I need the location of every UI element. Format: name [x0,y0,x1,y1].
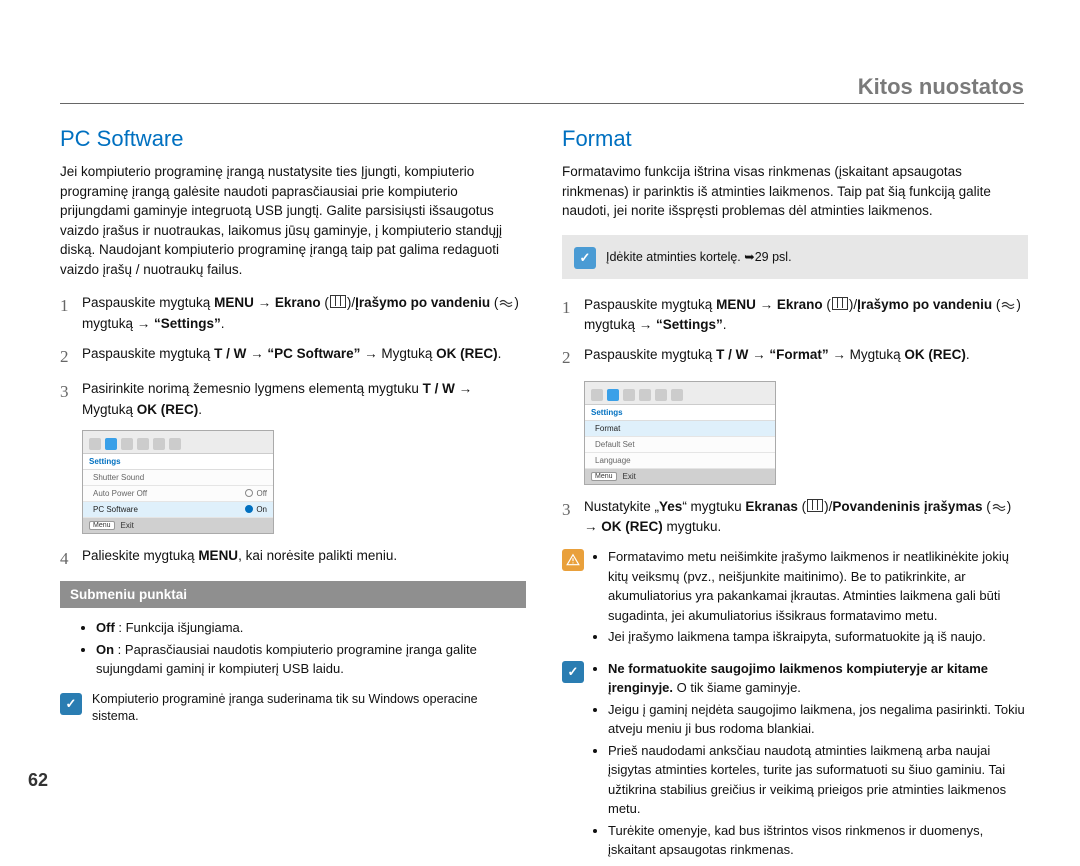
step-number: 1 [60,293,82,334]
footnote-left: ✓ Kompiuterio programinė įranga suderina… [60,691,526,726]
format-steps: 1 Paspauskite mygtuką MENU → Ekrano ()/Į… [562,295,1028,371]
step-3: 3 Pasirinkite norimą žemesnio lygmens el… [60,379,526,420]
underwater-icon [992,501,1006,513]
format-step3: 3 Nustatykite „Yes“ mygtuku Ekranas ()/P… [562,497,1028,538]
step-1: 1 Paspauskite mygtuką MENU → Ekrano ()/Į… [60,293,526,334]
submenu-off: Off : Funkcija išjungiama. [96,618,526,638]
warn-item: Formatavimo metu neišimkite įrašymo laik… [608,547,1028,625]
step-1: 1 Paspauskite mygtuką MENU → Ekrano ()/Į… [562,295,1028,336]
info-item: Prieš naudodami anksčiau naudotą atminti… [608,741,1028,819]
format-title: Format [562,126,1028,152]
grey-note: ✓ Įdėkite atminties kortelę. ➥29 psl. [562,235,1028,279]
screen-icon [807,499,823,512]
submenu-list: Off : Funkcija išjungiama. On : Paprasči… [82,618,526,679]
warning-note: Formatavimo metu neišimkite įrašymo laik… [562,547,1028,649]
step-number: 3 [562,497,584,538]
screen-icon [832,297,848,310]
screen-icon [330,295,346,308]
info-icon: ✓ [60,693,82,715]
submenu-header: Submeniu punktai [60,581,526,608]
warn-item: Jei įrašymo laikmena tampa iškraipyta, s… [608,627,1028,647]
scr-settings-header: Settings [585,405,775,421]
step-4: 4 Palieskite mygtuką MENU, kai norėsite … [60,546,526,572]
step-2: 2 Paspauskite mygtuką T / W → “Format” →… [562,345,1028,371]
format-intro: Formatavimo funkcija ištrina visas rinkm… [562,162,1028,221]
info-item: Ne formatuokite saugojimo laikmenos komp… [608,659,1028,698]
horizontal-rule [60,103,1024,104]
page: Kitos nuostatos PC Software Jei kompiute… [0,0,1080,827]
pc-software-step4: 4 Palieskite mygtuką MENU, kai norėsite … [60,546,526,572]
info-icon: ✓ [562,661,584,683]
settings-screenshot-right: Settings Format Default Set Language Men… [584,381,776,485]
pc-software-intro: Jei kompiuterio programinę įrangą nustat… [60,162,526,279]
step-number: 1 [562,295,584,336]
warning-icon [562,549,584,571]
step-number: 3 [60,379,82,420]
two-column-layout: PC Software Jei kompiuterio programinę į… [60,126,1028,866]
settings-screenshot-left: Settings Shutter Sound Auto Power OffOff… [82,430,274,534]
scr-settings-header: Settings [83,454,273,470]
left-column: PC Software Jei kompiuterio programinę į… [60,126,526,866]
info-item: Jeigu į gaminį neįdėta saugojimo laikmen… [608,700,1028,739]
check-icon: ✓ [574,247,596,269]
step-number: 4 [60,546,82,572]
underwater-icon [499,297,513,309]
step-number: 2 [562,345,584,371]
step-number: 2 [60,344,82,370]
pc-software-title: PC Software [60,126,526,152]
submenu-on: On : Paprasčiausiai naudotis kompiuterio… [96,640,526,679]
page-number: 62 [28,770,48,791]
right-column: Format Formatavimo funkcija ištrina visa… [562,126,1028,866]
step-2: 2 Paspauskite mygtuką T / W → “PC Softwa… [60,344,526,370]
step-3: 3 Nustatykite „Yes“ mygtuku Ekranas ()/P… [562,497,1028,538]
page-header-title: Kitos nuostatos [858,74,1024,100]
underwater-icon [1001,299,1015,311]
info-note: ✓ Ne formatuokite saugojimo laikmenos ko… [562,659,1028,862]
pc-software-steps: 1 Paspauskite mygtuką MENU → Ekrano ()/Į… [60,293,526,420]
